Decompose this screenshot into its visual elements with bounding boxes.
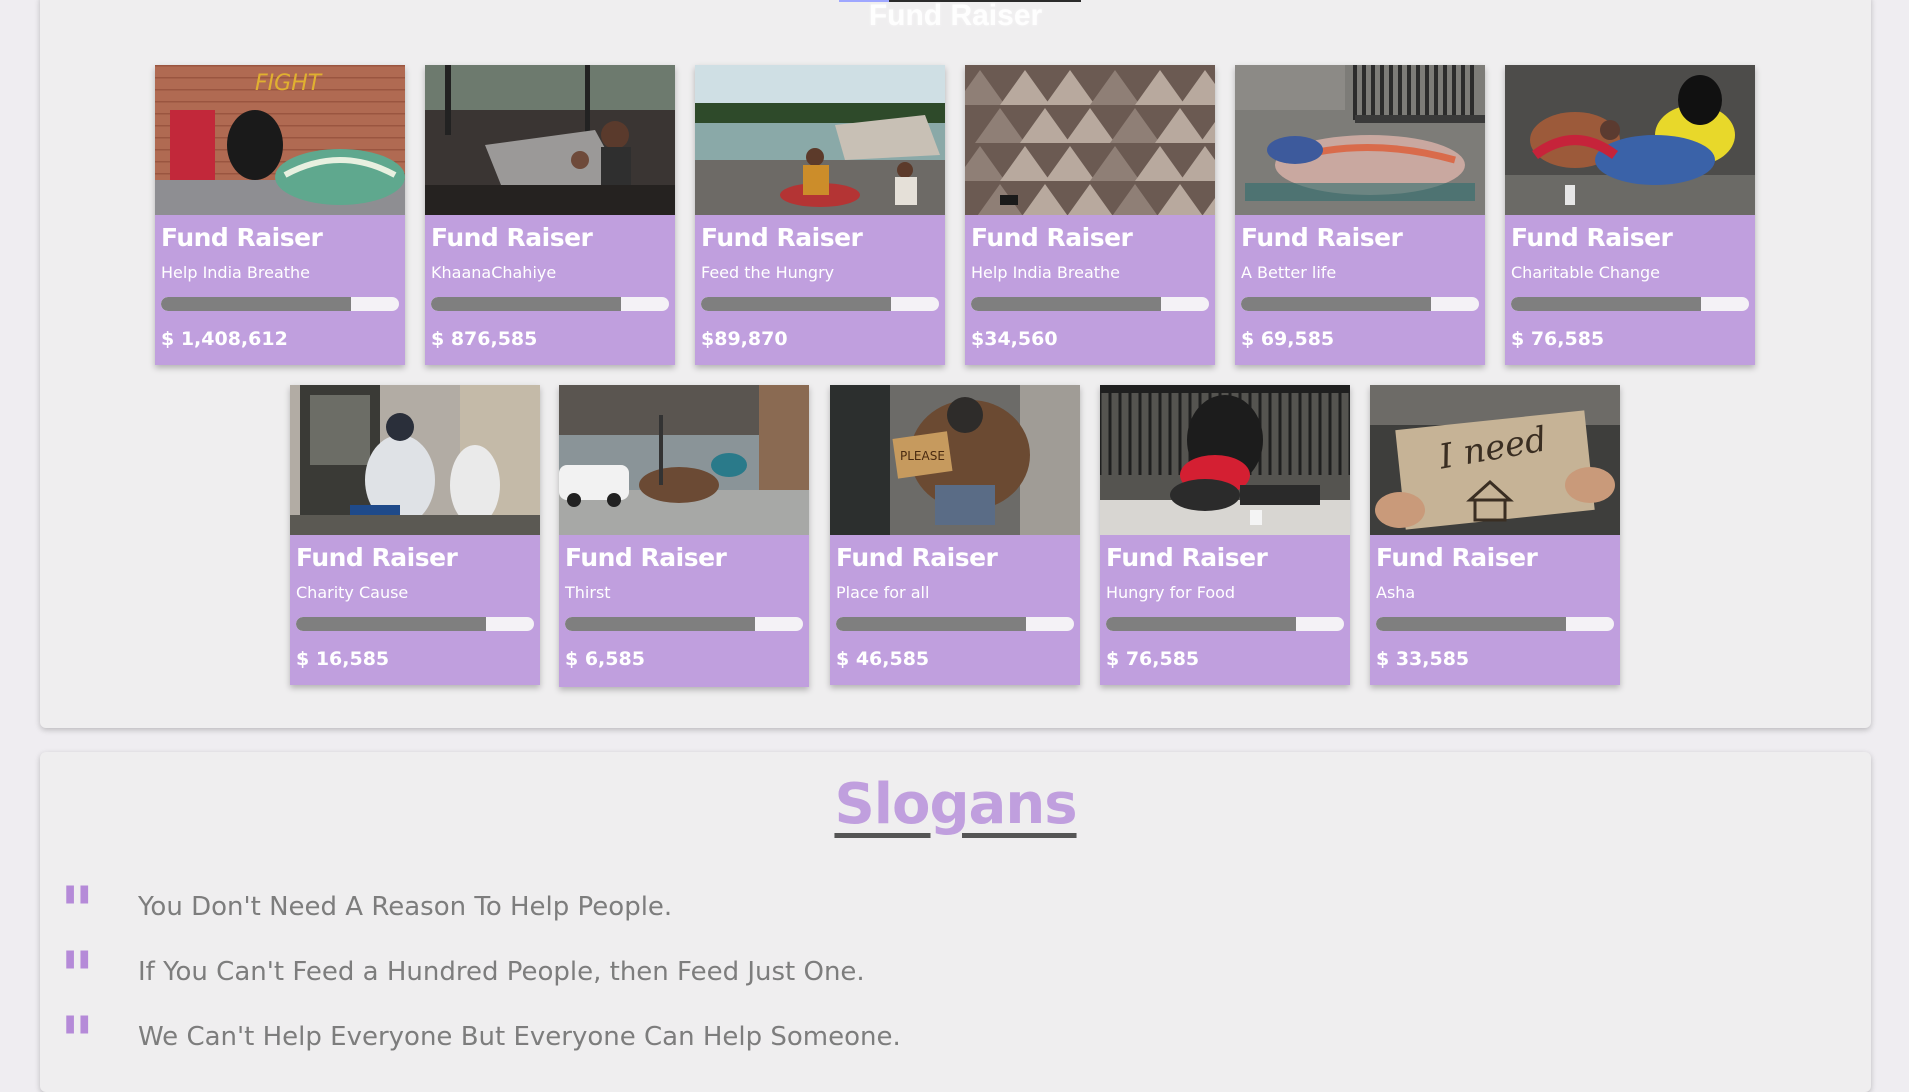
raised-amount: $ 6,585 [565,648,645,670]
fundraiser-card[interactable]: FIGHT Fund Raiser Help India Breathe $ 1,40… [155,65,405,365]
raised-amount: $ 16,585 [296,648,390,670]
raised-amount: $ 876,585 [431,328,538,350]
progress-bar [1106,617,1344,631]
slogans-title[interactable]: Slogans [40,772,1871,837]
fundraiser-card[interactable]: Fund Raiser Charitable Change $ 76,585 [1505,65,1755,365]
quote-icon: " [60,872,95,950]
progress-bar [161,297,399,311]
card-subtitle: Charity Cause [296,583,409,602]
progress-bar [1376,617,1614,631]
raised-amount: $ 1,408,612 [161,328,288,350]
card-title[interactable]: Fund Raiser [565,543,727,572]
card-subtitle: Thirst [565,583,611,602]
photo-burnt-slum[interactable] [425,65,675,215]
raised-amount: $34,560 [971,328,1058,350]
slogan-item: " If You Can't Feed a Hundred People, th… [60,943,1760,1009]
progress-bar [296,617,534,631]
progress-bar [565,617,803,631]
progress-bar [1511,297,1749,311]
card-subtitle: Charitable Change [1511,263,1661,282]
fundraiser-card[interactable]: Fund Raiser Help India Breathe $34,560 [965,65,1215,365]
svg-text:PLEASE: PLEASE [900,449,945,463]
fundraiser-card[interactable]: Fund Raiser Charity Cause $ 16,585 [290,385,540,685]
raised-amount: $ 33,585 [1376,648,1470,670]
photo-sleeping-sidewalk[interactable] [1235,65,1485,215]
slogan-text: If You Can't Feed a Hundred People, then… [138,957,865,987]
card-subtitle: KhaanaChahiye [431,263,557,282]
raised-amount: $ 46,585 [836,648,930,670]
quote-icon: " [60,937,95,1015]
progress-fill [1241,297,1432,311]
slogan-text: We Can't Help Everyone But Everyone Can … [138,1022,901,1052]
progress-fill [565,617,756,631]
progress-fill [431,297,622,311]
card-subtitle: Hungry for Food [1106,583,1236,602]
card-subtitle: Place for all [836,583,930,602]
photo-tent-camp[interactable] [965,65,1215,215]
fundraiser-card[interactable]: Fund Raiser A Better life $ 69,585 [1235,65,1485,365]
slogan-item: " You Don't Need A Reason To Help People… [60,878,1760,944]
section-title: Fund Raiser [868,0,1043,32]
progress-bar [836,617,1074,631]
fundraiser-card[interactable]: PLEASE Fund Raiser Place for all $ 46,585 [830,385,1080,685]
fundraiser-card[interactable]: I need Fund Raiser Asha $ 33,585 [1370,385,1620,685]
card-title[interactable]: Fund Raiser [1511,223,1673,252]
raised-amount: $ 69,585 [1241,328,1335,350]
progress-fill [836,617,1027,631]
photo-flood-camp[interactable] [695,65,945,215]
card-title[interactable]: Fund Raiser [836,543,998,572]
fundraiser-card[interactable]: Fund Raiser Hungry for Food $ 76,585 [1100,385,1350,685]
progress-fill [161,297,352,311]
card-title[interactable]: Fund Raiser [1241,223,1403,252]
progress-bar [431,297,669,311]
card-title[interactable]: Fund Raiser [161,223,323,252]
slogan-text: You Don't Need A Reason To Help People. [138,892,673,922]
card-title[interactable]: Fund Raiser [431,223,593,252]
progress-fill [296,617,487,631]
fundraiser-card[interactable]: Fund Raiser Feed the Hungry $89,870 [695,65,945,365]
fundraiser-card[interactable]: Fund Raiser KhaanaChahiye $ 876,585 [425,65,675,365]
card-title[interactable]: Fund Raiser [701,223,863,252]
card-subtitle: Asha [1376,583,1416,602]
svg-text:FIGHT: FIGHT [255,71,323,96]
photo-city-street[interactable] [559,385,809,535]
card-title[interactable]: Fund Raiser [1106,543,1268,572]
card-subtitle: Help India Breathe [161,263,311,282]
photo-doorway[interactable] [290,385,540,535]
progress-fill [701,297,892,311]
progress-bar [971,297,1209,311]
raised-amount: $ 76,585 [1511,328,1605,350]
progress-fill [1511,297,1702,311]
card-subtitle: Help India Breathe [971,263,1121,282]
photo-man-with-dog[interactable] [1100,385,1350,535]
card-title[interactable]: Fund Raiser [296,543,458,572]
card-subtitle: A Better life [1241,263,1337,282]
progress-fill [1376,617,1567,631]
photo-sleeping-man[interactable] [1505,65,1755,215]
fundraiser-card[interactable]: Fund Raiser Thirst $ 6,585 [559,385,809,687]
quote-icon: " [60,1002,95,1080]
progress-fill [1106,617,1297,631]
slogan-item: " We Can't Help Everyone But Everyone Ca… [60,1008,1760,1074]
photo-sign-holder[interactable]: PLEASE [830,385,1080,535]
card-title[interactable]: Fund Raiser [971,223,1133,252]
photo-i-need-sign[interactable]: I need [1370,385,1620,535]
raised-amount: $ 76,585 [1106,648,1200,670]
card-title[interactable]: Fund Raiser [1376,543,1538,572]
progress-fill [971,297,1162,311]
photo-street-belongings[interactable]: FIGHT [155,65,405,215]
card-subtitle: Feed the Hungry [701,263,835,282]
progress-bar [701,297,939,311]
raised-amount: $89,870 [701,328,788,350]
slogans-panel: Slogans " You Don't Need A Reason To Hel… [40,752,1871,1092]
progress-bar [1241,297,1479,311]
